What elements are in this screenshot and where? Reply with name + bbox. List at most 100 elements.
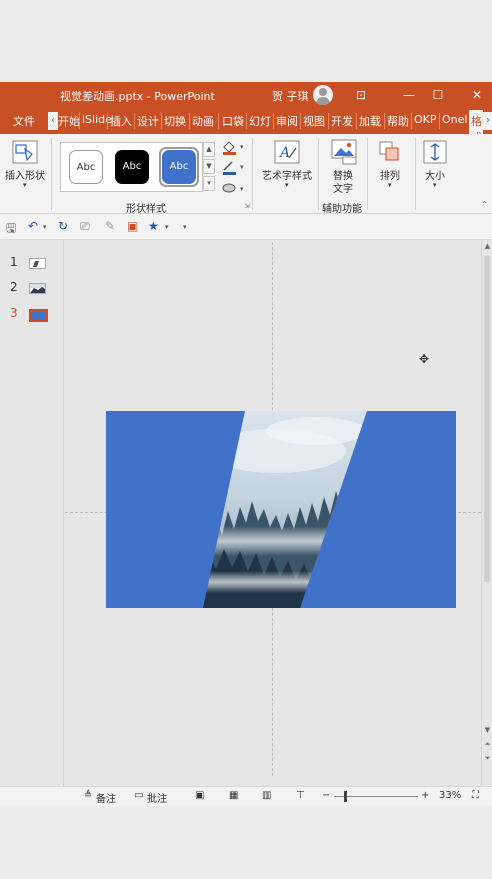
- wordart-styles-label[interactable]: 艺术字样式: [262, 167, 312, 182]
- normal-view-icon[interactable]: ▣: [195, 790, 204, 801]
- close-button[interactable]: ✕: [465, 84, 489, 106]
- shape-style-outline[interactable]: Abc: [69, 150, 103, 184]
- tab-home[interactable]: 开始: [58, 113, 80, 129]
- tab-addins[interactable]: 加载: [359, 113, 381, 129]
- shape-effects-icon[interactable]: ▾: [220, 179, 248, 195]
- shapes-icon[interactable]: ▣: [127, 219, 138, 233]
- thumbnail-image-icon: [33, 261, 39, 267]
- redo-icon[interactable]: ↻: [58, 219, 68, 233]
- present-icon[interactable]: ⎚: [80, 219, 90, 234]
- size-label[interactable]: 大小: [425, 167, 445, 182]
- customize-toolbar-icon[interactable]: ▾: [183, 223, 187, 231]
- tab-insert[interactable]: 插入: [110, 113, 132, 129]
- slideshow-icon[interactable]: ⊤: [296, 790, 305, 801]
- alt-text-label-2[interactable]: 文字: [333, 180, 353, 195]
- gallery-down-icon[interactable]: ▼: [203, 159, 215, 174]
- tab-format[interactable]: 格式: [469, 110, 483, 134]
- insert-shape-icon[interactable]: [12, 140, 38, 164]
- collapse-ribbon-icon[interactable]: ⌃: [481, 200, 488, 209]
- tab-view[interactable]: 视图: [303, 113, 325, 129]
- zoom-out-button[interactable]: −: [322, 790, 330, 801]
- status-bar: ≜ 备注 ▭ 批注 ▣ ▦ ▥ ⊤ − + 33% ⛶: [0, 786, 492, 806]
- save-icon[interactable]: 🖫: [6, 219, 16, 240]
- comments-button[interactable]: 批注: [147, 790, 167, 805]
- gallery-up-icon[interactable]: ▲: [203, 142, 215, 157]
- alt-text-icon[interactable]: [331, 139, 357, 165]
- notes-button[interactable]: 备注: [96, 790, 116, 805]
- gallery-more-icon[interactable]: ▾: [203, 176, 215, 191]
- dialog-launcher-icon[interactable]: ⇲: [244, 202, 250, 210]
- animation-star-icon[interactable]: ★: [148, 219, 159, 233]
- slide-editing-canvas[interactable]: ✥: [65, 240, 481, 786]
- slide-sorter-icon[interactable]: ▦: [229, 790, 238, 801]
- format-painter-icon[interactable]: ✎: [105, 219, 115, 233]
- tab-transitions[interactable]: 切换: [164, 113, 186, 129]
- user-avatar-icon[interactable]: [313, 85, 333, 105]
- arrange-label[interactable]: 排列: [380, 167, 400, 182]
- slide-thumbnail-2[interactable]: [29, 283, 46, 294]
- zoom-in-button[interactable]: +: [421, 790, 429, 801]
- vertical-scrollbar[interactable]: ▲ ▼ ⏶ ⏷: [481, 240, 492, 786]
- shape-fill-icon[interactable]: ▾: [220, 139, 248, 155]
- maximize-button[interactable]: ☐: [426, 84, 450, 106]
- ribbon-panel: 插入形状 ▾ Abc Abc Abc ▲ ▼ ▾ ▾ ▾ ▾ 形状样式 ⇲ A …: [0, 134, 492, 215]
- user-name[interactable]: 贺 子琪: [272, 88, 309, 104]
- tab-help[interactable]: 帮助: [387, 113, 409, 129]
- ribbon-separator: [252, 138, 253, 210]
- svg-text:▾: ▾: [240, 143, 244, 151]
- tab-separator: [300, 113, 301, 129]
- slide-thumbnail-1[interactable]: [29, 258, 46, 269]
- chevron-down-icon[interactable]: ▾: [285, 181, 289, 189]
- tab-review[interactable]: 审阅: [276, 113, 298, 129]
- scroll-down-icon[interactable]: ▼: [482, 726, 492, 734]
- notes-icon[interactable]: ≜: [84, 790, 92, 801]
- tabs-scroll-left-icon[interactable]: ‹: [48, 112, 58, 130]
- ribbon-display-options-button[interactable]: ⊡: [349, 84, 373, 106]
- scrollbar-thumb[interactable]: [484, 256, 490, 582]
- undo-icon[interactable]: ↶: [28, 219, 38, 233]
- tab-design[interactable]: 设计: [137, 113, 159, 129]
- chevron-down-icon[interactable]: ▾: [23, 181, 27, 189]
- minimize-button[interactable]: —: [397, 84, 421, 106]
- insert-shape-label[interactable]: 插入形状: [5, 167, 45, 182]
- tab-slideshow[interactable]: 幻灯: [249, 113, 271, 129]
- tab-developer[interactable]: 开发: [331, 113, 353, 129]
- tab-separator: [439, 113, 440, 129]
- next-slide-icon[interactable]: ⏷: [482, 754, 492, 763]
- slide-thumbnail-3[interactable]: [29, 309, 48, 322]
- ribbon-separator: [51, 138, 52, 210]
- zoom-slider-handle[interactable]: [344, 791, 347, 802]
- thumbnail-number: 3: [10, 306, 18, 320]
- arrange-icon[interactable]: [378, 140, 402, 164]
- tab-separator: [273, 113, 274, 129]
- accessibility-group-label: 辅助功能: [322, 204, 362, 215]
- undo-dropdown-icon[interactable]: ▾: [43, 223, 47, 231]
- shape-style-gallery: Abc Abc Abc: [60, 142, 203, 192]
- fit-to-window-icon[interactable]: ⛶: [472, 790, 479, 801]
- tab-separator: [384, 113, 385, 129]
- tab-animations[interactable]: 动画: [192, 113, 214, 129]
- tab-onenote[interactable]: Onel: [442, 113, 467, 126]
- wordart-icon[interactable]: A: [274, 140, 300, 164]
- tab-okp[interactable]: OKP: [414, 113, 437, 126]
- shape-style-black[interactable]: Abc: [115, 150, 149, 184]
- star-dropdown-icon[interactable]: ▾: [165, 223, 169, 231]
- tab-file[interactable]: 文件: [13, 113, 35, 129]
- scroll-up-icon[interactable]: ▲: [482, 242, 492, 250]
- parallelogram-photo[interactable]: [106, 411, 456, 608]
- app-root: 视觉差动画.pptx - PowerPoint 贺 子琪 ⊡ — ☐ ✕ 文件 …: [0, 0, 492, 879]
- size-icon[interactable]: [423, 140, 447, 164]
- powerpoint-window: 视觉差动画.pptx - PowerPoint 贺 子琪 ⊡ — ☐ ✕ 文件 …: [0, 82, 492, 806]
- tab-separator: [411, 113, 412, 129]
- tabs-scroll-right-icon[interactable]: ›: [483, 112, 492, 130]
- comments-icon[interactable]: ▭: [134, 790, 143, 801]
- previous-slide-icon[interactable]: ⏶: [482, 740, 492, 749]
- shape-outline-icon[interactable]: ▾: [220, 159, 248, 175]
- zoom-level[interactable]: 33%: [439, 790, 461, 801]
- reading-view-icon[interactable]: ▥: [262, 790, 271, 801]
- shape-style-blue[interactable]: Abc: [162, 150, 196, 184]
- chevron-down-icon[interactable]: ▾: [433, 181, 437, 189]
- tab-pocket[interactable]: 口袋: [222, 113, 244, 129]
- slide[interactable]: [106, 411, 456, 608]
- chevron-down-icon[interactable]: ▾: [388, 181, 392, 189]
